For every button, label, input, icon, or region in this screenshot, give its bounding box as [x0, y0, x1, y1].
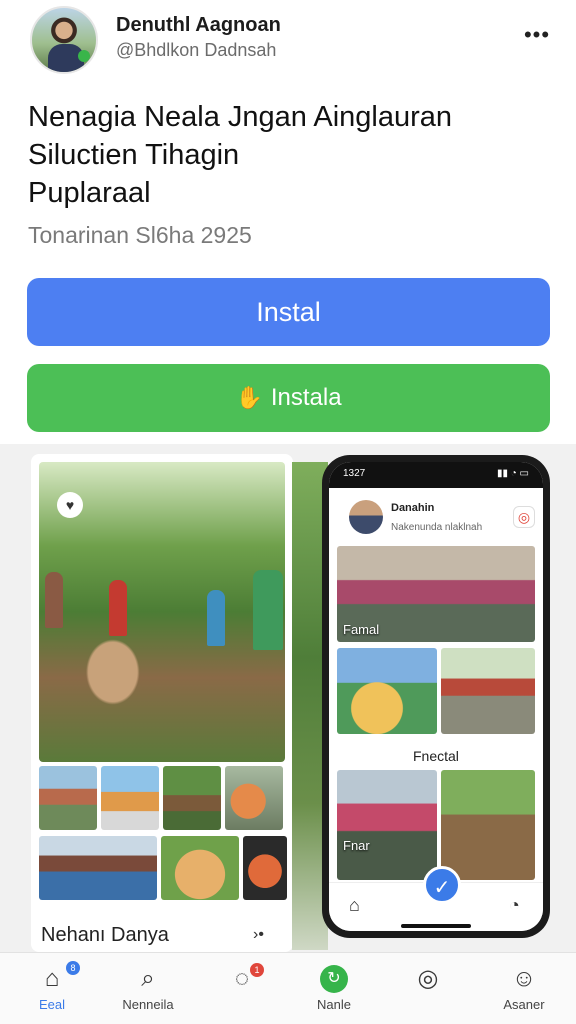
app-subtitle: Tonarinan Sl6ha 2925 [28, 222, 252, 248]
phone-status-time: 1327 [343, 468, 366, 479]
nav-item-chat[interactable]: ◌ 1 [194, 953, 290, 1024]
home-badge: 8 [66, 961, 80, 975]
phone-home-indicator [401, 924, 471, 928]
install-button-label: Instal [256, 296, 321, 327]
profile-icon: ☺ [511, 965, 537, 992]
phone-section-label: Fnectal [413, 748, 459, 764]
phone-feed-tile [337, 648, 437, 734]
preview-caption: Nehanı Danya [41, 924, 169, 946]
hand-icon: ✋ [235, 385, 263, 410]
photo-person [253, 570, 283, 650]
nav-label-home: Eeal [38, 997, 66, 1012]
more-options-button[interactable]: ••• [522, 20, 552, 50]
preview-thumbnail[interactable] [101, 766, 159, 830]
phone-mockup: 1327 ▮▮ ◔ ▭ Danahin Nakenunda nlaklnah ◎… [322, 455, 550, 938]
install-button[interactable]: Instal [27, 278, 550, 346]
favorite-icon[interactable]: ♥ [57, 492, 83, 518]
nav-item-search[interactable]: ⌕ Nenneila [100, 953, 196, 1024]
nav-label-profile: Asaner [503, 997, 545, 1012]
search-icon: ⌕ [141, 965, 155, 992]
record-icon: ◎ [513, 506, 535, 528]
nav-label-updates: Nanle [317, 997, 351, 1012]
phone-feed-tile [441, 648, 535, 734]
online-indicator [78, 50, 90, 62]
app-title-line-3: Puplaraal [28, 177, 151, 209]
preview-thumbnail[interactable] [161, 836, 239, 900]
photo-person [109, 580, 127, 636]
developer-avatar[interactable] [30, 6, 98, 74]
photo-person [207, 590, 225, 646]
app-title-line-1: Nenagia Neala Jngan Ainglauran [28, 101, 453, 133]
nav-label-search: Nenneila [122, 997, 174, 1012]
phone-profile-avatar [349, 500, 383, 534]
developer-handle: @Bhdlkon Dadnsah [116, 40, 277, 60]
app-title: Nenagia Neala Jngan Ainglauran Siluctien… [28, 98, 548, 212]
nav-item-home[interactable]: ⌂ 8 Eeal [4, 953, 100, 1024]
preview-card[interactable]: ♥ Nehanı Danya ›• [31, 454, 293, 952]
home-icon: ⌂ [44, 965, 60, 992]
phone-tile-label: Famal [343, 622, 380, 637]
phone-profile-handle: Nakenunda nlaklnah [391, 522, 483, 533]
nav-item-library[interactable]: ◎ [380, 953, 476, 1024]
update-icon: ↻ [320, 965, 348, 993]
preview-thumbnail[interactable] [163, 766, 221, 830]
nav-item-updates[interactable]: ↻ Nanle [286, 953, 382, 1024]
photo-person [45, 572, 63, 628]
preview-thumbnail[interactable] [39, 766, 97, 830]
phone-status-bar: 1327 ▮▮ ◔ ▭ [329, 462, 543, 488]
install-secondary-label: Instala [270, 384, 342, 411]
phone-feed-tile [337, 770, 437, 880]
preview-thumbnail[interactable] [39, 836, 157, 900]
signal-wifi-battery-icon: ▮▮ ◔ ▭ [496, 468, 529, 479]
phone-screen: 1327 ▮▮ ◔ ▭ Danahin Nakenunda nlaklnah ◎… [329, 462, 543, 931]
preview-thumbnail[interactable] [243, 836, 287, 900]
phone-chat-icon: ◔ [509, 895, 520, 915]
bottom-navigation: ⌂ 8 Eeal ⌕ Nenneila ◌ 1 ↻ Nanle ◎ ☺ Asan… [0, 952, 576, 1024]
phone-profile-name: Danahin [391, 502, 435, 514]
nav-item-profile[interactable]: ☺ Asaner [476, 953, 572, 1024]
phone-home-icon: ⌂ [349, 895, 360, 915]
library-icon: ◎ [417, 965, 439, 992]
phone-check-icon: ✓ [423, 866, 461, 904]
phone-tile-label: Fnar [343, 838, 370, 853]
caption-more-icon[interactable]: ›• [253, 926, 264, 944]
developer-name[interactable]: Denuthl Aagnoan [116, 14, 281, 37]
app-header: Denuthl Aagnoan @Bhdlkon Dadnsah ••• [0, 0, 576, 80]
phone-feed-tile [441, 770, 535, 880]
preview-thumbnail[interactable] [225, 766, 283, 830]
app-title-line-2: Siluctien Tihagin [28, 139, 240, 171]
preview-main-photo: ♥ [39, 462, 285, 762]
chat-badge: 1 [250, 963, 264, 977]
install-secondary-button[interactable]: ✋ Instala [27, 364, 550, 432]
